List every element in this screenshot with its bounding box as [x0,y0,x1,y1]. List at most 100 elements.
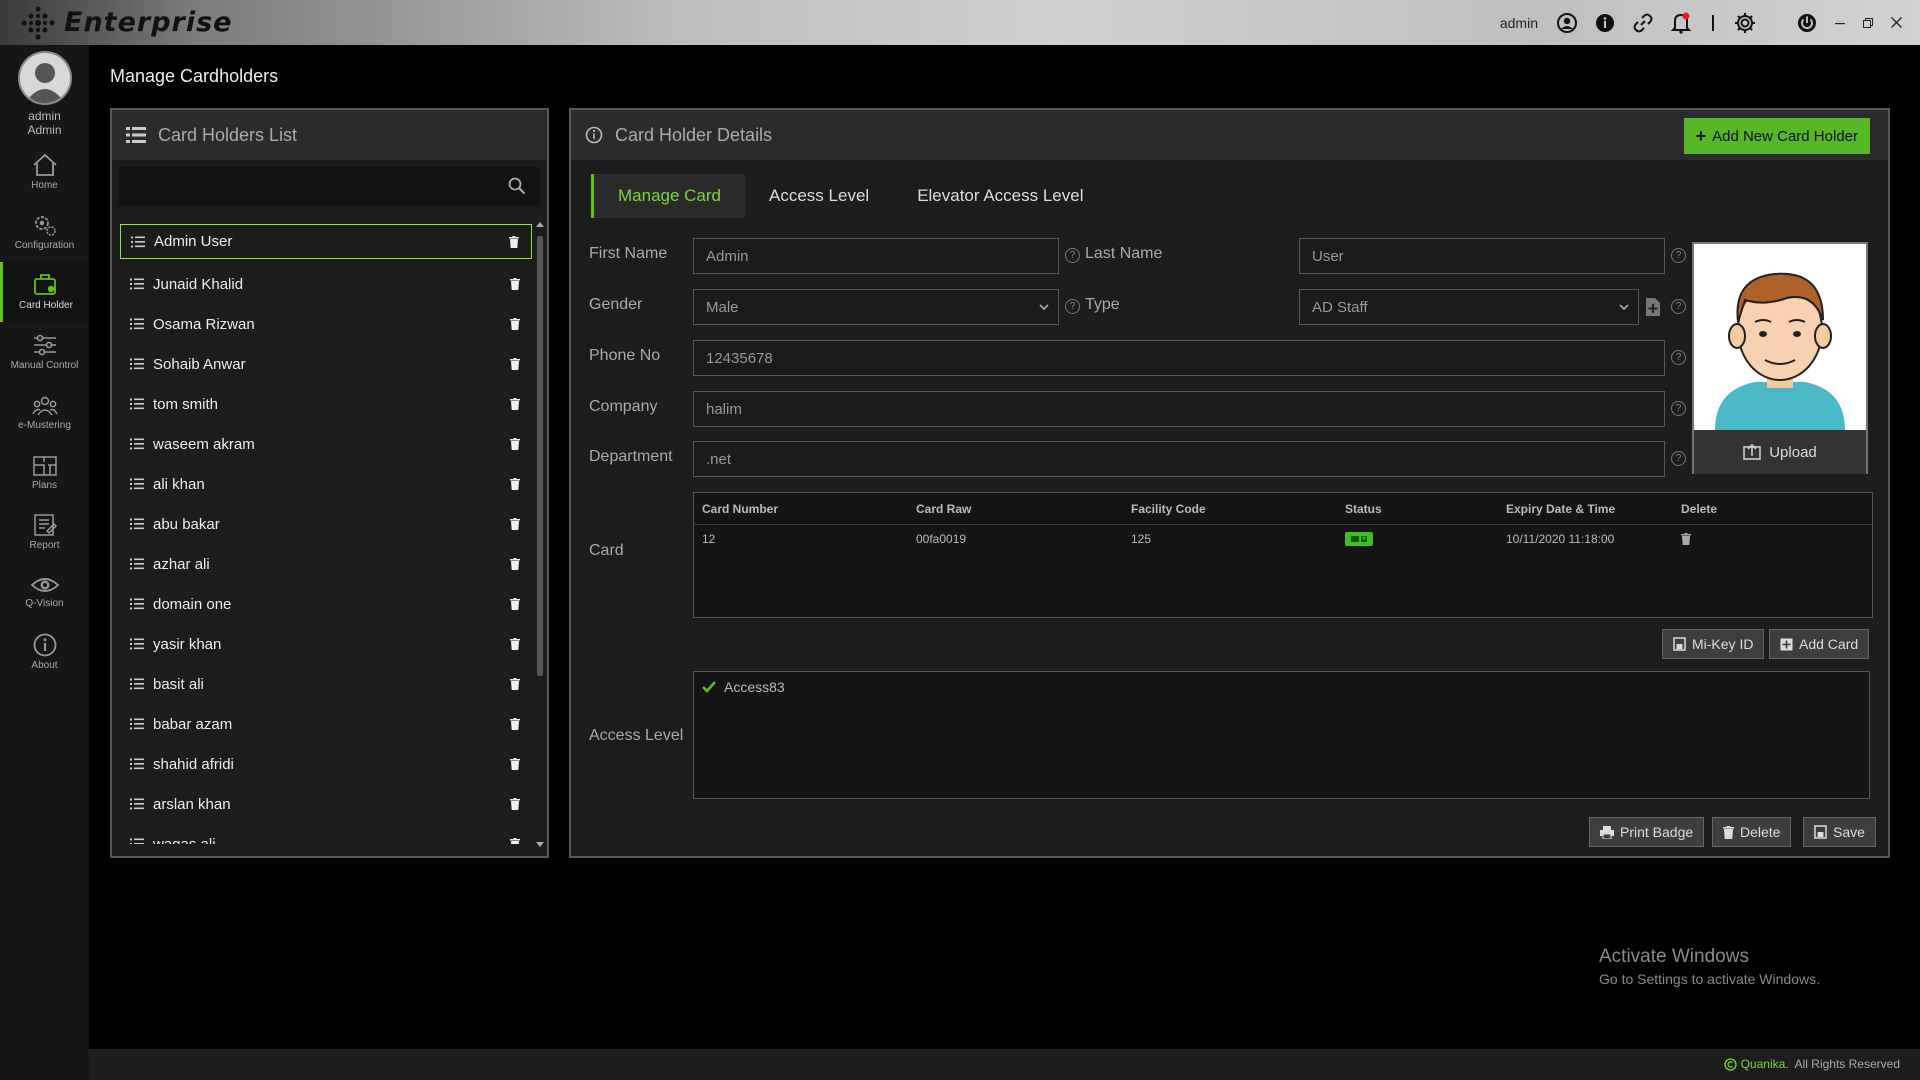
column-header-card-number[interactable]: Card Number [702,502,778,516]
add-type-icon[interactable] [1645,297,1661,317]
department-field[interactable]: .net [693,441,1665,477]
gender-select[interactable]: Male [693,289,1059,325]
delete-button[interactable]: Delete [1712,817,1792,847]
sidebar-item-about[interactable]: About [0,622,89,682]
sidebar-item-q-vision[interactable]: Q-Vision [0,562,89,622]
list-item[interactable]: abu bakar [120,504,532,544]
type-help-icon[interactable]: ? [1671,299,1686,314]
company-help-icon[interactable]: ? [1671,401,1686,416]
list-item[interactable]: ali khan [120,464,532,504]
main-scrollbar[interactable] [1910,45,1920,1054]
list-item[interactable]: arslan khan [120,784,532,824]
list-bullet-icon [130,438,144,450]
tab-elevator-access-level[interactable]: Elevator Access Level [893,174,1107,218]
tab-manage-card[interactable]: Manage Card [591,174,746,218]
list-item[interactable]: waqas ali [120,824,532,844]
trash-icon[interactable] [510,518,520,530]
list-item[interactable]: Admin User [120,224,532,259]
sidebar-item-configuration[interactable]: Configuration [0,202,89,262]
status-badge[interactable] [1345,532,1373,546]
trash-icon[interactable] [510,318,520,330]
add-card-button[interactable]: Add Card [1769,629,1870,659]
upload-button[interactable]: Upload [1694,430,1866,474]
trash-icon[interactable] [510,478,520,490]
trash-icon[interactable] [510,638,520,650]
settings-gear-icon[interactable] [1726,0,1764,45]
list-item[interactable]: waseem akram [120,424,532,464]
trash-icon[interactable] [510,558,520,570]
trash-icon[interactable] [510,798,520,810]
trash-icon[interactable] [510,278,520,290]
company-field[interactable]: halim [693,391,1665,427]
list-item[interactable]: Access83 [702,679,785,695]
list-scrollbar-thumb[interactable] [537,236,543,676]
first-name-field[interactable]: Admin [693,238,1059,274]
print-badge-button[interactable]: Print Badge [1589,817,1705,847]
search-icon[interactable] [508,177,526,195]
list-item[interactable]: Osama Rizwan [120,304,532,344]
list-item[interactable]: Junaid Khalid [120,264,532,304]
list-item[interactable]: azhar ali [120,544,532,584]
close-button[interactable] [1882,0,1910,45]
column-header-facility-code[interactable]: Facility Code [1131,502,1206,516]
link-icon[interactable] [1624,0,1662,45]
card-holder-icon [33,273,59,297]
sidebar-item-plans[interactable]: Plans [0,442,89,502]
trash-icon[interactable] [510,358,520,370]
table-row[interactable]: 12 00fa0019 125 10/11/2020 11:18:00 [694,525,1872,553]
list-item[interactable]: domain one [120,584,532,624]
scroll-up-arrow-icon[interactable] [536,222,544,227]
gender-help-icon[interactable]: ? [1065,299,1080,314]
delete-card-icon[interactable] [1681,533,1691,545]
phone-help-icon[interactable]: ? [1671,350,1686,365]
save-label: Save [1833,824,1865,840]
trash-icon[interactable] [510,678,520,690]
list-item[interactable]: babar azam [120,704,532,744]
list-bullet-icon [130,798,144,810]
first-name-help-icon[interactable]: ? [1065,248,1080,263]
add-new-card-holder-button[interactable]: + Add New Card Holder [1683,118,1870,154]
last-name-field[interactable]: User [1299,238,1665,274]
sidebar-item-report[interactable]: Report [0,502,89,562]
trash-icon[interactable] [510,398,520,410]
list-item[interactable]: yasir khan [120,624,532,664]
sidebar-item-e-mustering[interactable]: e-Mustering [0,382,89,442]
phone-field[interactable]: 12435678 [693,340,1665,376]
trash-icon[interactable] [510,718,520,730]
avatar[interactable] [17,51,72,105]
restore-button[interactable] [1854,0,1882,45]
sidebar-item-home[interactable]: Home [0,142,89,202]
minimize-button[interactable] [1826,0,1854,45]
save-button[interactable]: Save [1803,817,1876,847]
trash-icon[interactable] [510,758,520,770]
type-select[interactable]: AD Staff [1299,289,1639,325]
trash-icon[interactable] [510,598,520,610]
column-header-status[interactable]: Status [1345,502,1382,516]
info-icon[interactable] [1586,0,1624,45]
last-name-help-icon[interactable]: ? [1671,248,1686,263]
sidebar-item-card-holder[interactable]: Card Holder [0,262,89,322]
search-input[interactable] [119,167,540,205]
column-header-delete[interactable]: Delete [1681,502,1717,516]
sidebar-item-manual-control[interactable]: Manual Control [0,322,89,382]
column-header-expiry[interactable]: Expiry Date & Time [1506,502,1615,516]
tab-access-level[interactable]: Access Level [745,174,893,218]
sidebar-username: admin [28,109,61,123]
list-item[interactable]: basit ali [120,664,532,704]
user-account-icon[interactable] [1548,0,1586,45]
column-header-card-raw[interactable]: Card Raw [916,502,971,516]
scroll-down-arrow-icon[interactable] [536,842,544,847]
list-item[interactable]: tom smith [120,384,532,424]
department-help-icon[interactable]: ? [1671,451,1686,466]
notification-bell-icon[interactable] [1662,0,1700,45]
power-icon[interactable] [1788,0,1826,45]
trash-icon[interactable] [510,838,520,844]
trash-icon[interactable] [509,235,519,248]
mi-key-id-button[interactable]: Mi-Key ID [1662,629,1765,659]
save-disk-icon [1814,825,1827,839]
trash-icon[interactable] [510,438,520,450]
list-item[interactable]: shahid afridi [120,744,532,784]
list-item[interactable]: Sohaib Anwar [120,344,532,384]
list-scrollbar[interactable] [535,222,545,847]
sidebar-item-label: Card Holder [19,300,73,311]
